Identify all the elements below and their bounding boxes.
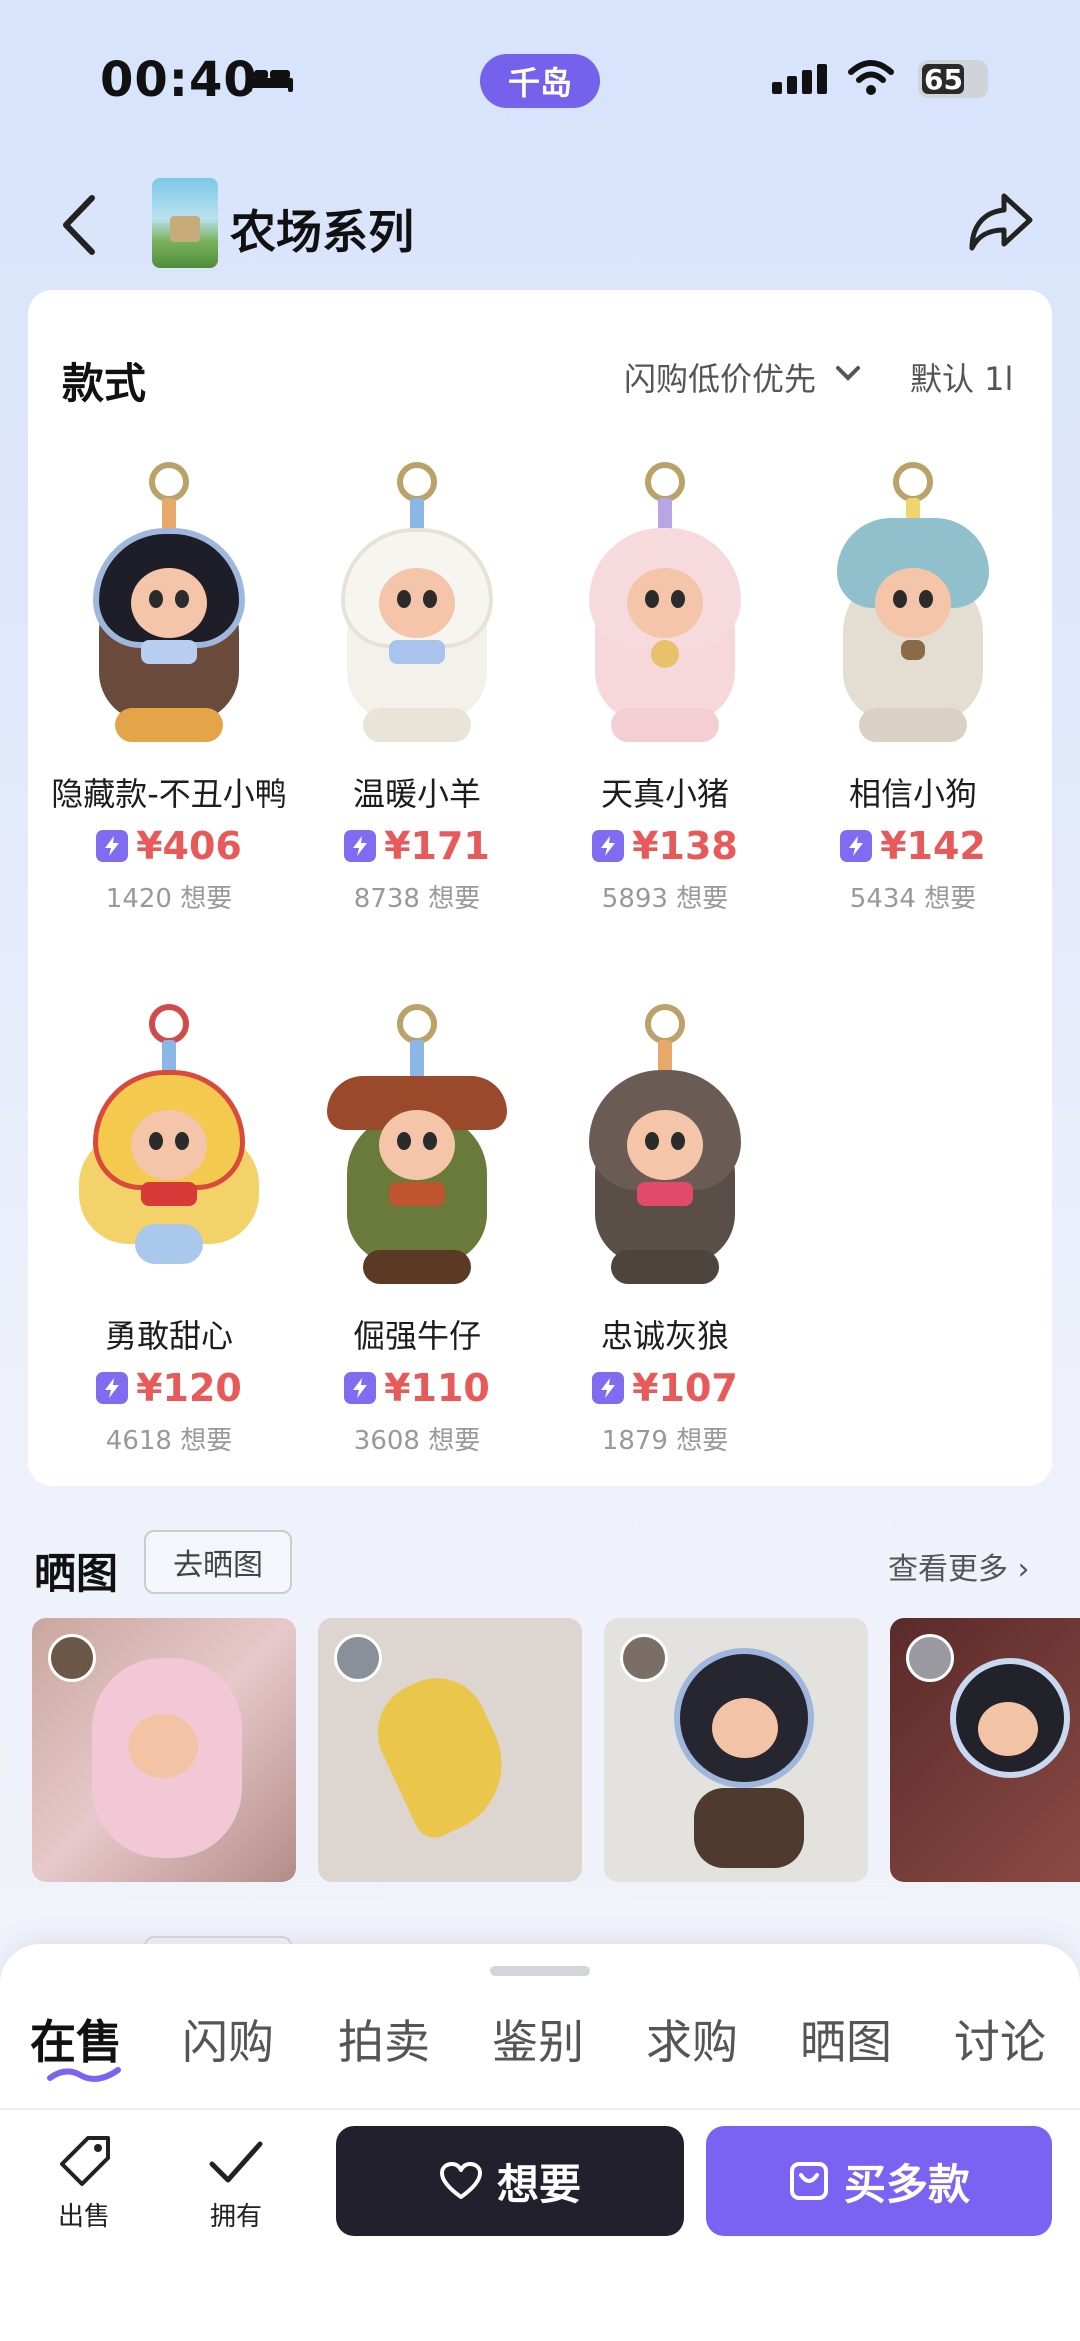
style-item[interactable]: 隐藏款-不丑小鸭 ¥406 1420 想要 <box>46 462 292 915</box>
user-photo[interactable] <box>318 1618 582 1882</box>
want-count: 3608 想要 <box>353 1426 481 1456</box>
flash-sale-icon <box>840 830 873 862</box>
style-price: ¥107 <box>632 1366 738 1410</box>
flash-sale-icon <box>344 830 377 862</box>
doll-image <box>317 1004 517 1294</box>
doll-image <box>317 462 517 752</box>
user-photo[interactable] <box>604 1618 868 1882</box>
style-item[interactable]: 温暖小羊 ¥171 8738 想要 <box>294 462 540 915</box>
series-cover-thumbnail <box>152 178 218 268</box>
style-price: ¥406 <box>136 824 242 868</box>
status-time: 00:40 <box>100 52 258 108</box>
battery-indicator: 65 <box>918 60 988 98</box>
user-photo[interactable] <box>890 1618 1080 1882</box>
style-item[interactable]: 相信小狗 ¥142 5434 想要 <box>790 462 1036 915</box>
user-avatar <box>906 1634 954 1682</box>
style-item[interactable]: 倔强牛仔 ¥110 3608 想要 <box>294 1004 540 1457</box>
own-label[interactable]: 拥有 <box>186 2196 286 2233</box>
user-avatar <box>620 1634 668 1682</box>
flash-sale-icon <box>96 1372 129 1404</box>
flash-sale-icon <box>592 830 625 862</box>
divider <box>0 2108 1080 2110</box>
post-photo-button[interactable]: 去晒图 <box>144 1530 292 1594</box>
back-arrow-icon[interactable] <box>56 190 106 260</box>
flash-sale-icon <box>96 830 129 862</box>
wifi-icon <box>848 60 894 95</box>
style-name: 温暖小羊 <box>352 775 481 813</box>
doll-image <box>69 462 269 752</box>
doll-image <box>69 1004 269 1294</box>
battery-level: 65 <box>924 62 963 96</box>
tab-on-sale[interactable]: 在售 <box>30 2006 122 2072</box>
style-name: 隐藏款-不丑小鸭 <box>51 775 287 813</box>
buy-multiple-button[interactable]: 买多款 <box>706 2126 1052 2236</box>
want-count: 1420 想要 <box>105 884 233 914</box>
style-item[interactable]: 勇敢甜心 ¥120 4618 想要 <box>46 1004 292 1457</box>
sort-preference-dropdown[interactable]: 闪购低价优先 <box>624 354 816 400</box>
style-name: 勇敢甜心 <box>104 1317 233 1355</box>
share-icon[interactable] <box>966 190 1036 254</box>
user-photo[interactable] <box>32 1618 296 1882</box>
user-avatar <box>334 1634 382 1682</box>
want-count: 4618 想要 <box>105 1426 233 1456</box>
doll-image <box>565 1004 765 1294</box>
tab-photos[interactable]: 晒图 <box>800 2006 892 2072</box>
drag-handle[interactable] <box>490 1966 590 1976</box>
style-name: 忠诚灰狼 <box>600 1317 729 1355</box>
flash-sale-icon <box>344 1372 377 1404</box>
cellular-signal-icon <box>772 64 827 94</box>
styles-title: 款式 <box>62 359 147 408</box>
want-count: 1879 想要 <box>601 1426 729 1456</box>
want-count: 5434 想要 <box>849 884 977 914</box>
sort-default-toggle[interactable]: 默认 1l <box>910 354 1013 400</box>
style-price: ¥171 <box>384 824 490 868</box>
tab-auction[interactable]: 拍卖 <box>338 2006 430 2072</box>
see-more-link[interactable]: 查看更多 › <box>888 1544 1030 1588</box>
style-name: 倔强牛仔 <box>352 1317 481 1355</box>
style-price: ¥110 <box>384 1366 490 1410</box>
checkmark-icon[interactable] <box>206 2134 266 2190</box>
style-item[interactable]: 天真小猪 ¥138 5893 想要 <box>542 462 788 915</box>
flash-sale-icon <box>592 1372 625 1404</box>
user-avatar <box>48 1634 96 1682</box>
shopping-bag-icon <box>789 2162 828 2200</box>
tab-flash-sale[interactable]: 闪购 <box>182 2006 274 2072</box>
heart-icon <box>439 2162 482 2199</box>
style-name: 相信小狗 <box>848 775 977 813</box>
chevron-down-icon[interactable] <box>834 362 862 386</box>
want-button-label: 想要 <box>496 2159 581 2209</box>
tab-wanted[interactable]: 求购 <box>646 2006 738 2072</box>
bed-icon <box>246 68 293 92</box>
active-tab-underline <box>47 2067 121 2082</box>
app-indicator-pill: 千岛 <box>480 54 600 108</box>
style-price: ¥120 <box>136 1366 242 1410</box>
style-item[interactable]: 忠诚灰狼 ¥107 1879 想要 <box>542 1004 788 1457</box>
sell-label[interactable]: 出售 <box>34 2196 134 2233</box>
page-title: 农场系列 <box>230 205 414 259</box>
doll-image <box>565 462 765 752</box>
want-count: 5893 想要 <box>601 884 729 914</box>
tab-discussion[interactable]: 讨论 <box>954 2006 1046 2072</box>
buy-multiple-label: 买多款 <box>843 2159 970 2209</box>
style-price: ¥138 <box>632 824 738 868</box>
want-count: 8738 想要 <box>353 884 481 914</box>
style-price: ¥142 <box>880 824 986 868</box>
doll-image <box>813 462 1013 752</box>
tab-authenticate[interactable]: 鉴别 <box>492 2006 584 2072</box>
photos-section-title: 晒图 <box>34 1549 119 1598</box>
want-button[interactable]: 想要 <box>336 2126 684 2236</box>
style-name: 天真小猪 <box>600 775 729 813</box>
price-tag-icon[interactable] <box>54 2134 114 2190</box>
